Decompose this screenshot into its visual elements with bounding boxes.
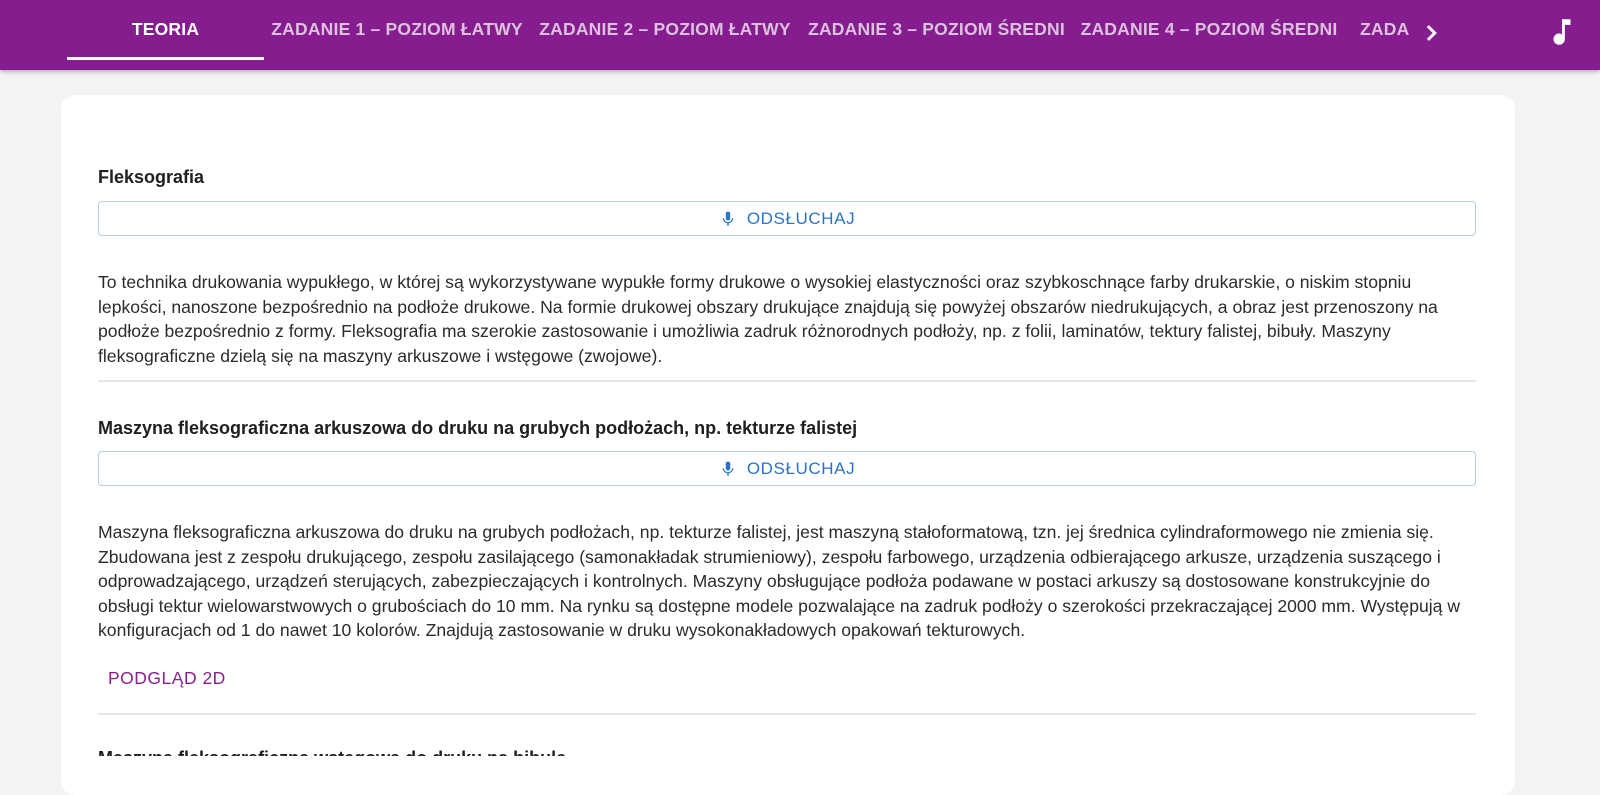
section-title-clip: Maszyna fleksograficzna wstęgowa do druk…: [98, 748, 698, 756]
section-divider: [98, 713, 1476, 715]
active-tab-indicator: [67, 57, 264, 60]
content-card: [61, 95, 1515, 795]
section-title: Fleksografia: [98, 167, 205, 187]
section-text: Maszyna fleksograficzna arkuszowa do dru…: [98, 522, 1461, 640]
tab-teoria[interactable]: TEORIA: [67, 0, 264, 60]
preview-2d-button[interactable]: PODGLĄD 2D: [108, 668, 226, 689]
chevron-right-icon[interactable]: [1416, 18, 1446, 48]
listen-button[interactable]: ODSŁUCHAJ: [98, 451, 1476, 486]
section-divider: [98, 380, 1476, 382]
tab-zadanie-1[interactable]: ZADANIE 1 – POZIOM ŁATWY: [264, 0, 530, 60]
section-text: To technika drukowania wypukłego, w któr…: [98, 272, 1438, 366]
music-note-icon[interactable]: [1545, 15, 1579, 49]
top-app-bar: TEORIA ZADANIE 1 – POZIOM ŁATWY ZADANIE …: [0, 0, 1600, 70]
microphone-icon: [722, 461, 734, 476]
tab-zadanie-3[interactable]: ZADANIE 3 – POZIOM ŚREDNI: [800, 0, 1073, 60]
listen-button-label: ODSŁUCHAJ: [746, 458, 856, 478]
listen-button-label: ODSŁUCHAJ: [746, 208, 856, 228]
microphone-icon: [722, 211, 734, 226]
section-title: Maszyna fleksograficzna wstęgowa do druk…: [98, 748, 566, 756]
tab-zadanie-4[interactable]: ZADANIE 4 – POZIOM ŚREDNI: [1073, 0, 1345, 60]
tab-zadanie-2[interactable]: ZADANIE 2 – POZIOM ŁATWY: [530, 0, 800, 60]
tab-strip: TEORIA ZADANIE 1 – POZIOM ŁATWY ZADANIE …: [67, 0, 1409, 70]
listen-button[interactable]: ODSŁUCHAJ: [98, 201, 1476, 236]
tab-zadanie-5[interactable]: ZADANIE 5: [1345, 0, 1409, 60]
section-title: Maszyna fleksograficzna arkuszowa do dru…: [98, 418, 858, 438]
